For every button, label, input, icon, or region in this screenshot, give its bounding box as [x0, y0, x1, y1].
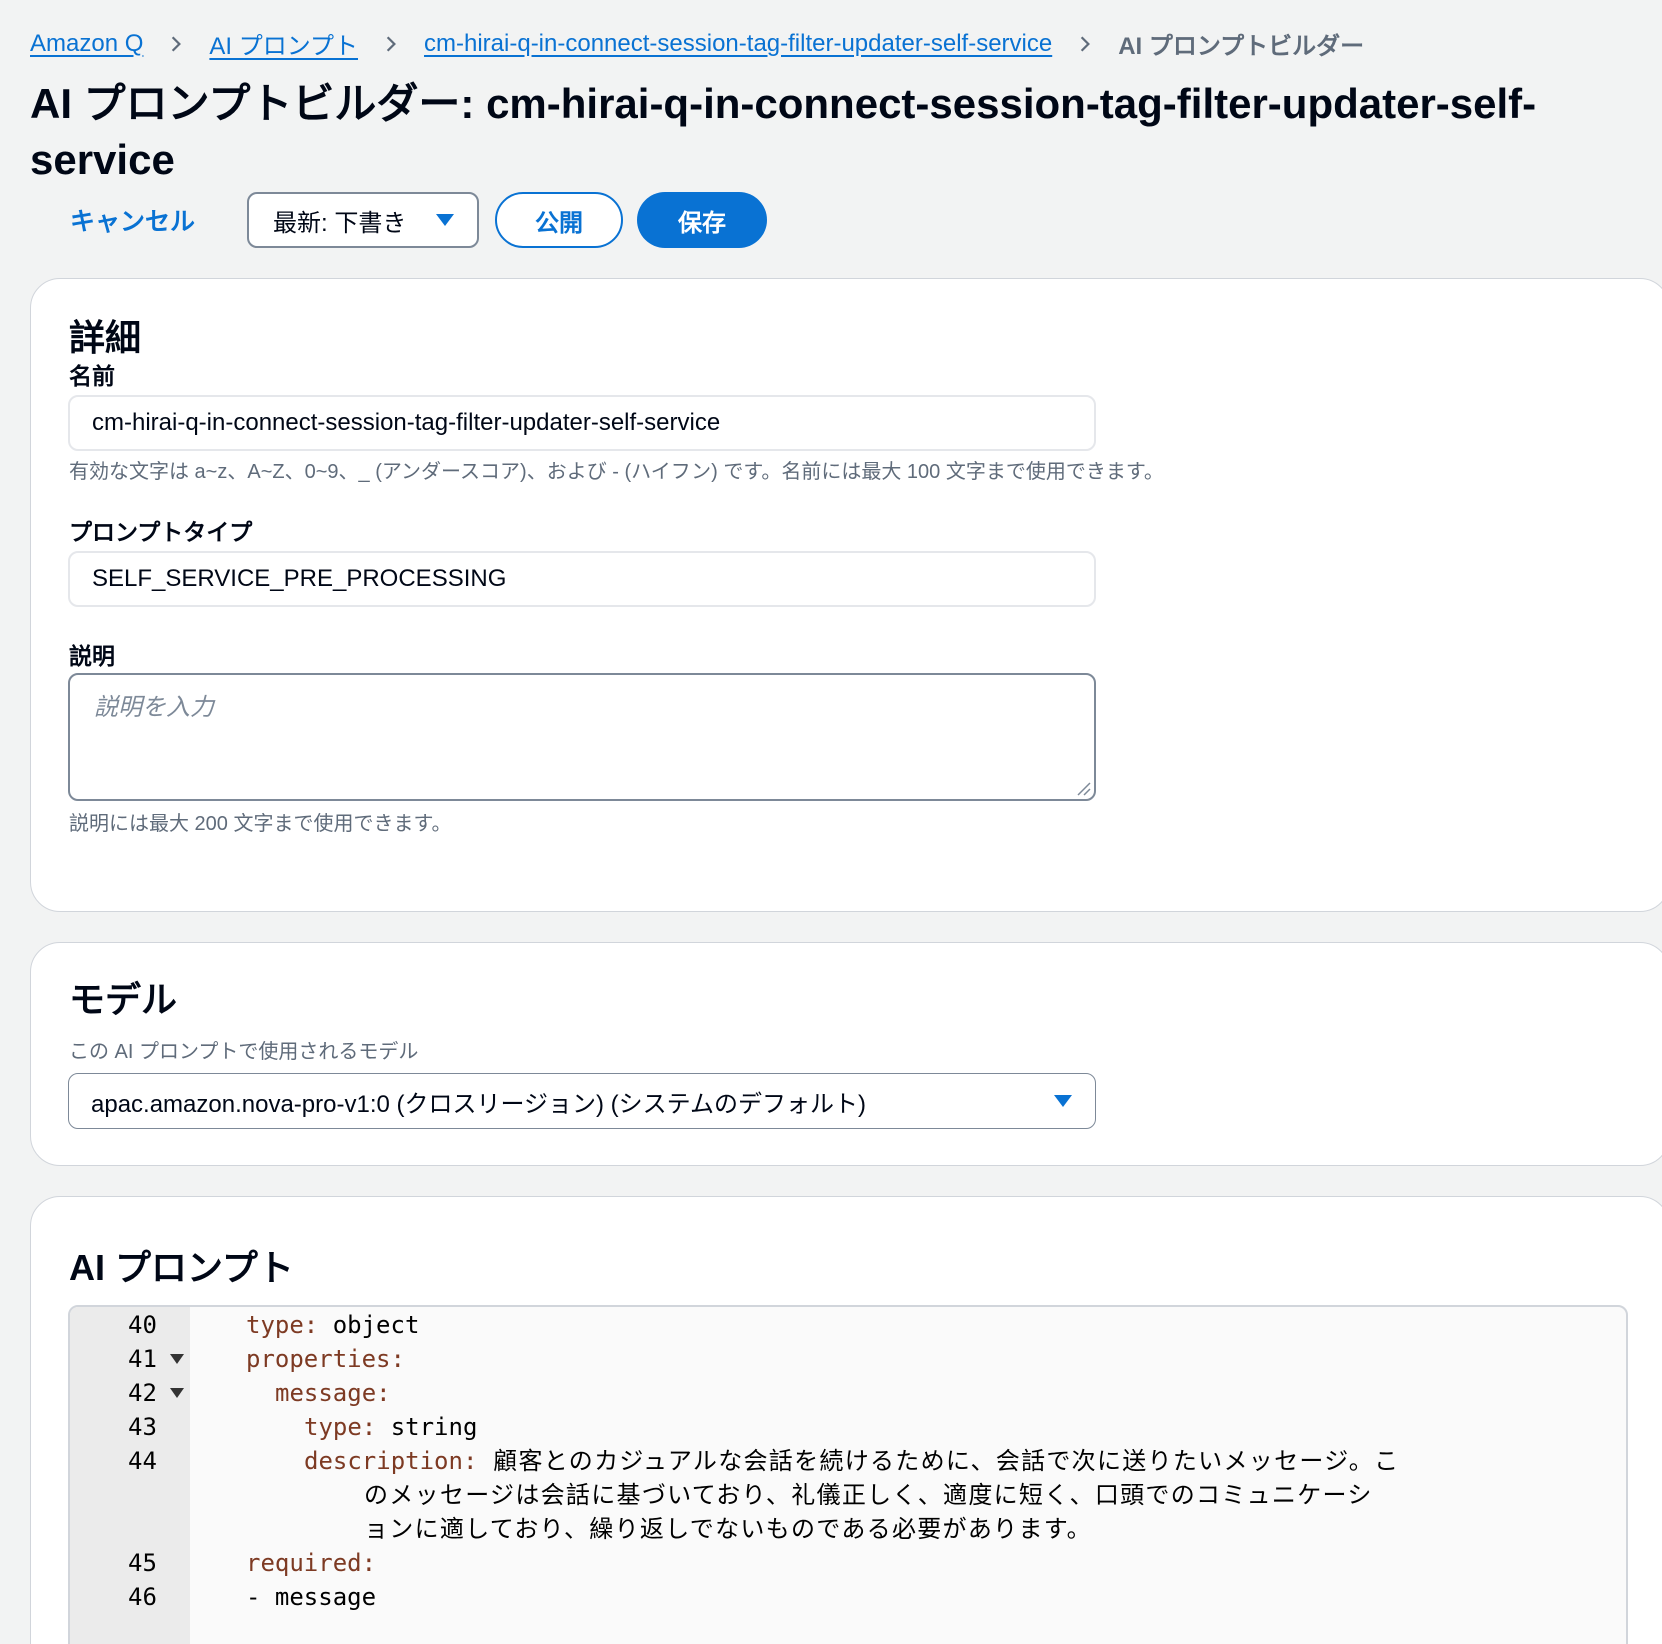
- line-number: 46: [128, 1583, 157, 1611]
- resize-handle-icon[interactable]: [1072, 777, 1092, 797]
- yaml-value: ョンに適しており、繰り返しでないものである必要があります。: [364, 1515, 1092, 1543]
- save-button[interactable]: 保存: [637, 192, 768, 248]
- model-description: この AI プロンプトで使用されるモデル: [69, 1041, 419, 1063]
- breadcrumb-current: AI プロンプトビルダー: [1118, 33, 1365, 60]
- model-panel: モデル この AI プロンプトで使用されるモデル apac.amazon.nov…: [30, 942, 1662, 1166]
- yaml-key: message:: [275, 1379, 391, 1407]
- description-textarea[interactable]: 説明を入力: [68, 673, 1096, 801]
- name-field[interactable]: cm-hirai-q-in-connect-session-tag-filter…: [68, 395, 1096, 451]
- page-title: AI プロンプトビルダー: cm-hirai-q-in-connect-sess…: [30, 80, 1537, 183]
- code-line: 41 properties:: [70, 1341, 1626, 1377]
- code-line: 40 type: object: [70, 1307, 1626, 1343]
- version-select[interactable]: 最新: 下書き: [247, 192, 480, 248]
- description-hint: 説明には最大 200 文字まで使用できます。: [69, 813, 452, 835]
- code-line: 43 type: string: [70, 1409, 1626, 1445]
- breadcrumb-amazon-q[interactable]: Amazon Q: [30, 30, 143, 58]
- yaml-value: object: [318, 1311, 420, 1339]
- cancel-button[interactable]: キャンセル: [48, 202, 217, 238]
- model-title: モデル: [69, 979, 178, 1020]
- yaml-value: - message: [246, 1583, 377, 1611]
- code-line: ョンに適しており、繰り返しでないものである必要があります。: [70, 1511, 1626, 1547]
- prompt-type-label: プロンプトタイプ: [69, 519, 253, 545]
- yaml-key: type:: [246, 1311, 319, 1339]
- ai-prompt-panel: AI プロンプト 40 type: object 41 properties: …: [30, 1196, 1662, 1644]
- line-number: 42: [128, 1379, 157, 1407]
- description-label: 説明: [69, 643, 115, 669]
- breadcrumb: Amazon Q AI プロンプト cm-hirai-q-in-connect-…: [30, 26, 1364, 61]
- model-select-value: apac.amazon.nova-pro-v1:0 (クロスリージョン) (シス…: [91, 1090, 866, 1118]
- breadcrumb-ai-prompts[interactable]: AI プロンプト: [209, 26, 358, 61]
- name-hint: 有効な文字は a~z、A~Z、0~9、_ (アンダースコア)、および - (ハイ…: [69, 461, 1164, 483]
- yaml-value: string: [376, 1413, 478, 1441]
- action-bar: キャンセル 最新: 下書き 公開 保存: [48, 192, 768, 248]
- code-line: 45 required:: [70, 1545, 1626, 1581]
- yaml-key: description:: [304, 1447, 478, 1475]
- chevron-right-icon: [167, 35, 185, 53]
- line-number: 45: [128, 1549, 157, 1577]
- yaml-value: 顧客とのカジュアルな会話を続けるために、会話で次に送りたいメッセージ。こ: [477, 1447, 1400, 1475]
- model-select[interactable]: apac.amazon.nova-pro-v1:0 (クロスリージョン) (シス…: [68, 1073, 1096, 1129]
- ai-prompt-title: AI プロンプト: [69, 1247, 294, 1288]
- breadcrumb-prompt-name[interactable]: cm-hirai-q-in-connect-session-tag-filter…: [424, 30, 1052, 58]
- caret-down-icon: [1053, 1094, 1073, 1108]
- fold-toggle-icon[interactable]: [170, 1341, 184, 1377]
- yaml-key: properties:: [246, 1345, 405, 1373]
- version-select-value: 最新: 下書き: [273, 209, 407, 237]
- chevron-right-icon: [382, 35, 400, 53]
- code-line: 46 - message: [70, 1579, 1626, 1615]
- line-number: 41: [128, 1345, 157, 1373]
- line-number: 40: [128, 1311, 157, 1339]
- line-number: 43: [128, 1413, 157, 1441]
- caret-down-icon: [435, 213, 455, 227]
- details-panel: 詳細 名前 cm-hirai-q-in-connect-session-tag-…: [30, 278, 1662, 912]
- code-line: のメッセージは会話に基づいており、礼儀正しく、適度に短く、口頭でのコミュニケーシ: [70, 1477, 1626, 1513]
- description-placeholder: 説明を入力: [94, 694, 214, 721]
- publish-button[interactable]: 公開: [495, 192, 624, 248]
- name-label: 名前: [69, 363, 115, 389]
- details-title: 詳細: [69, 317, 142, 358]
- fold-toggle-icon[interactable]: [170, 1375, 184, 1411]
- line-number: 44: [128, 1447, 157, 1475]
- code-line: 42 message:: [70, 1375, 1626, 1411]
- chevron-right-icon: [1076, 35, 1094, 53]
- code-editor[interactable]: 40 type: object 41 properties: 42 messag…: [68, 1305, 1628, 1644]
- yaml-key: required:: [246, 1549, 377, 1577]
- code-line: 44 description: 顧客とのカジュアルな会話を続けるために、会話で次…: [70, 1443, 1626, 1479]
- yaml-value: のメッセージは会話に基づいており、礼儀正しく、適度に短く、口頭でのコミュニケーシ: [364, 1481, 1373, 1509]
- yaml-key: type:: [304, 1413, 377, 1441]
- prompt-type-field[interactable]: SELF_SERVICE_PRE_PROCESSING: [68, 551, 1096, 607]
